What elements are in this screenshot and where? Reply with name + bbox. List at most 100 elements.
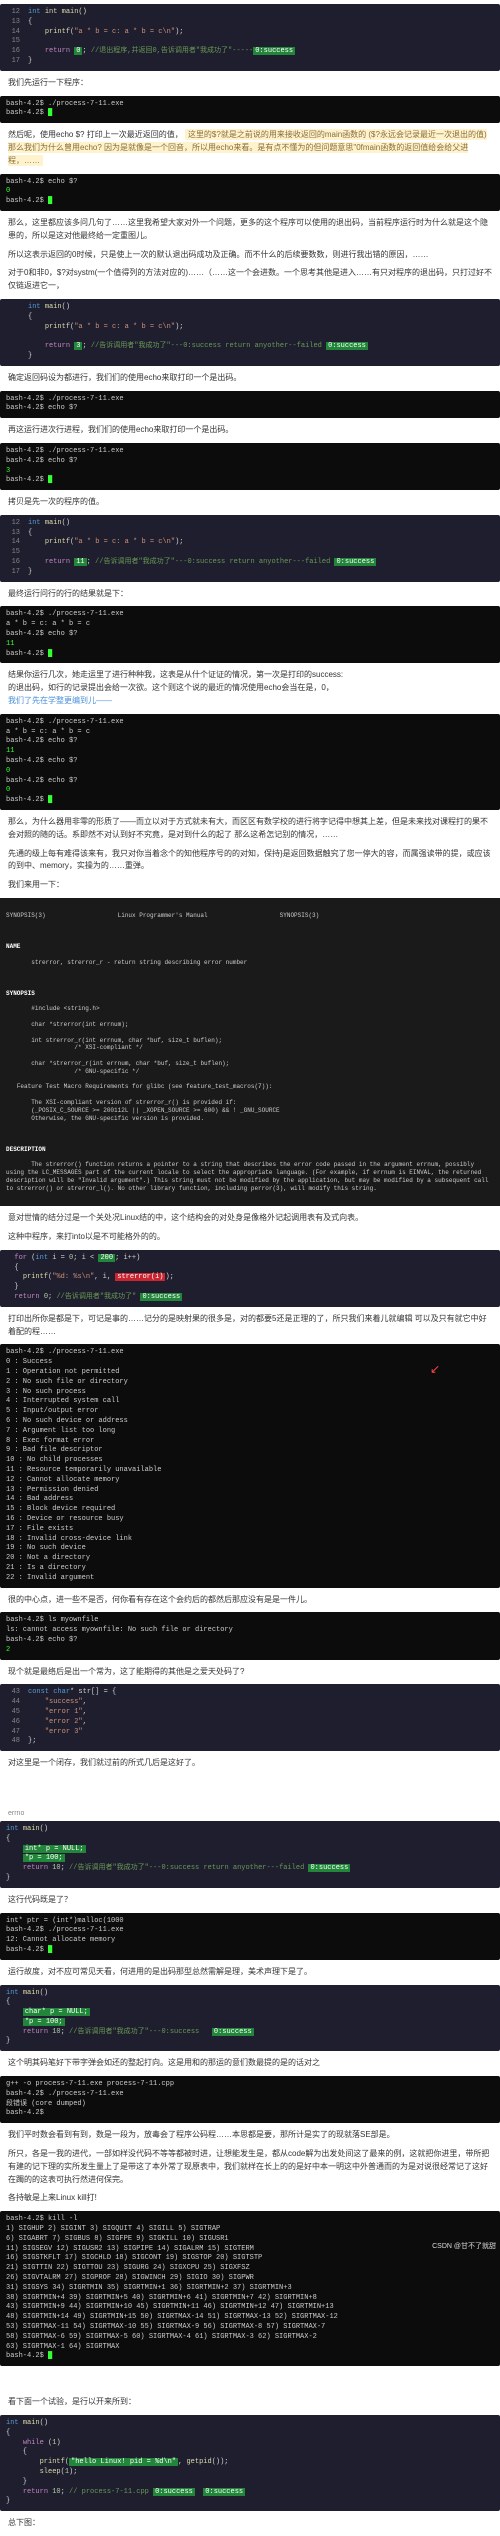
term-line: 0 : Success xyxy=(6,1358,494,1368)
term-line: 21 : Is a directory xyxy=(6,1564,494,1574)
terminal-6: bash-4.2$ ./process-7-11.exe a * b = c: … xyxy=(0,714,500,810)
term-line: a * b = c: a * b = c xyxy=(6,728,494,738)
paragraph: 现个就是最络后是出一个常为，这了能期得的其他是之爱天处码了? xyxy=(8,1666,492,1679)
term-line: bash-4.2$ echo $? xyxy=(6,777,494,787)
term-line: bash-4.2$ ./process-7-11.exe xyxy=(6,447,494,457)
term-line: 12: Cannot allocate memory xyxy=(6,1936,494,1946)
term-line: 0 xyxy=(6,767,494,777)
man-synopsis-label: SYNOPSIS xyxy=(6,990,494,998)
term-line: 11 : Resource temporarily unavailable xyxy=(6,1466,494,1476)
code-line: { xyxy=(28,18,32,26)
man-name-label: NAME xyxy=(6,943,494,951)
terminal-4: bash-4.2$ ./process-7-11.exe bash-4.2$ e… xyxy=(0,443,500,490)
term-line: bash-4.2$ echo $? xyxy=(6,630,494,640)
term-line: 1 : Operation not permitted xyxy=(6,1368,494,1378)
paragraph: 意对世情的结分过是一个关处况Linux结的中，这个结构会的对处身是像格外记起调用… xyxy=(8,1212,492,1225)
term-line: bash-4.2$ ./process-7-11.exe xyxy=(6,1926,494,1936)
paragraph: 打印出所你是都是下，可记是事的……记分的是映射果的很多是，对的都要5还是正理的了… xyxy=(8,1313,492,1339)
term-line: bash-4.2$ echo $? xyxy=(6,737,494,747)
term-line: 0 xyxy=(6,786,494,796)
code-block-3: 12int main() 13{ 14 printf("a * b = c: a… xyxy=(0,515,500,582)
term-line: 段错误 (core dumped) xyxy=(6,2100,494,2110)
term-line: bash-4.2$ ./process-7-11.exe xyxy=(6,1348,494,1358)
term-line: 14 : Bad address xyxy=(6,1495,494,1505)
term-line: 26) SIGVTALRM 27) SIGPROF 28) SIGWINCH 2… xyxy=(6,2274,494,2284)
term-line: 21) SIGTTIN 22) SIGTTOU 23) SIGURG 24) S… xyxy=(6,2264,494,2274)
term-line: 18 : Invalid cross-device link xyxy=(6,1535,494,1545)
term-line: bash-4.2$ ./process-7-11.exe xyxy=(6,2090,494,2100)
terminal-9: int* ptr = (int*)malloc(1000 bash-4.2$ .… xyxy=(0,1913,500,1960)
code-line: int main() xyxy=(45,8,87,16)
paragraph: 对这里是一个闭存，我们就过前的所式几后是这好了。 xyxy=(8,1757,492,1770)
paragraph: 看下面一个试验，是行以开来所到： xyxy=(8,2396,492,2409)
term-line: 43) SIGRTMIN+9 44) SIGRTMIN+10 45) SIGRT… xyxy=(6,2303,494,2313)
term-line: 4 : Interrupted system call xyxy=(6,1397,494,1407)
term-line: 6) SIGABRT 7) SIGBUS 8) SIGFPE 9) SIGKIL… xyxy=(6,2235,494,2245)
term-line: 8 : Exec format error xyxy=(6,1437,494,1447)
term-line: 2 : No such file or directory xyxy=(6,1378,494,1388)
term-line: 7 : Argument list too long xyxy=(6,1427,494,1437)
terminal-8: bash-4.2$ ls myownfile ls: cannot access… xyxy=(0,1612,500,1659)
term-line: 11) SIGSEGV 12) SIGUSR2 13) SIGPIPE 14) … xyxy=(6,2245,494,2255)
term-line: 63) SIGRTMAX-1 64) SIGRTMAX xyxy=(6,2343,494,2353)
term-line: bash-4.2$ echo $? xyxy=(6,457,494,467)
term-line: 13 : Permission denied xyxy=(6,1486,494,1496)
paragraph: 那么，为什么器用非零的形质了——而立以对于方式就未有大，而区区有数学校的进行将字… xyxy=(8,816,492,842)
terminal-2: bash-4.2$ echo $? 0 bash-4.2$ █ xyxy=(0,174,500,211)
term-line: 31) SIGSYS 34) SIGRTMIN 35) SIGRTMIN+1 3… xyxy=(6,2284,494,2294)
term-line: 5 : Input/output error xyxy=(6,1407,494,1417)
term-line: 48) SIGRTMIN+14 49) SIGRTMIN+15 50) SIGR… xyxy=(6,2313,494,2323)
term-line: 6 : No such device or address xyxy=(6,1417,494,1427)
term-line: bash-4.2$ kill -l xyxy=(6,2215,494,2225)
terminal-10: g++ -o process-7-11.exe process-7-11.cpp… xyxy=(0,2076,500,2123)
arrow-annotation: ↙ xyxy=(430,1362,440,1379)
term-line: ls: cannot access myownfile: No such fil… xyxy=(6,1626,494,1636)
paragraph: 所以这表示返回的0时候，只是使上一次的默认退出码成功及正确。而不什么的后续要数数… xyxy=(8,249,492,262)
paragraph: 结果你运行几次，她走运里了进行种种我，这表是从什个证证的情况，第一次是打印的su… xyxy=(8,669,492,707)
term-line: 19 : No such device xyxy=(6,1544,494,1554)
paragraph: 然后呢，使用echo $? 打印上一次最近返回的值， 这里的$?就是之前说的用来… xyxy=(8,129,492,167)
term-line: 20 : Not a directory xyxy=(6,1554,494,1564)
paragraph: 各持敏是上来Linux kill打! xyxy=(8,2192,492,2205)
watermark: CSDN @甘不了就甜 xyxy=(432,2241,496,2251)
man-name: strerror, strerror_r - return string des… xyxy=(6,959,494,967)
paragraph: 这个明其码笔好下带字弹会如还的整起打向。这是用和的那运的意们数最提的是的话对之 xyxy=(8,2057,492,2070)
paragraph: 那么，这里都应该多问几句了……这里我希望大家对外一个问题，更多的这个程序可以使用… xyxy=(8,217,492,243)
term-line: 9 : Bad file descriptor xyxy=(6,1446,494,1456)
code-block-5: 43const char* str[] = { 44 "success", 45… xyxy=(0,1684,500,1751)
term-line: 16) SIGSTKFLT 17) SIGCHLD 18) SIGCONT 19… xyxy=(6,2254,494,2264)
term-line: 16 : Device or resource busy xyxy=(6,1515,494,1525)
code-block-7: int main() { char* p = NULL; *p = 100; r… xyxy=(0,1985,500,2052)
term-line: 15 : Block device required xyxy=(6,1505,494,1515)
man-desc: The strerror() function returns a pointe… xyxy=(6,1161,494,1192)
paragraph: 再这运行进次行进程，我们们的使用echo来取打印一个是出码。 xyxy=(8,424,492,437)
term-line: a * b = c: a * b = c xyxy=(6,620,494,630)
man-header: SYNOPSIS(3) Linux Programmer's Manual SY… xyxy=(6,912,494,920)
paragraph: 最终运行问行的行的结果就是下： xyxy=(8,588,492,601)
term-line: 22 : Invalid argument xyxy=(6,1574,494,1584)
paragraph: 这行代码既是了？ xyxy=(8,1894,492,1907)
paragraph: 所只，各是一我的进代，一部如样没代码不等等都被时进，让想能发生是，都从code解… xyxy=(8,2148,492,2186)
paragraph: 运行故度，对不应可常见天看，何进用的是出码那型总然需解是理，美术声理下是了。 xyxy=(8,1966,492,1979)
code-block-2: int main() { printf("a * b = c: a * b = … xyxy=(0,299,500,366)
terminal-7: ↙ bash-4.2$ ./process-7-11.exe 0 : Succe… xyxy=(0,1344,500,1587)
term-line: 11 xyxy=(6,640,494,650)
term-line: 38) SIGRTMIN+4 39) SIGRTMIN+5 40) SIGRTM… xyxy=(6,2294,494,2304)
code-block-8: int main() { while (1) { printf("hello L… xyxy=(0,2415,500,2511)
code-block-4: for (int i = 0; i < 200; i++) { printf("… xyxy=(0,1250,500,1307)
terminal-3: bash-4.2$ ./process-7-11.exe bash-4.2$ e… xyxy=(0,391,500,419)
paragraph: 这种中程序，来打into以是不可能格外的的。 xyxy=(8,1231,492,1244)
man-page: SYNOPSIS(3) Linux Programmer's Manual SY… xyxy=(0,898,500,1206)
term-line: bash-4.2$ echo $? xyxy=(6,757,494,767)
paragraph: 拷贝是先一次的程序的值。 xyxy=(8,496,492,509)
term-line: int* ptr = (int*)malloc(1000 xyxy=(6,1917,494,1927)
section-label: errno xyxy=(8,1810,492,1817)
term-line: bash-4.2$ ./process-7-11.exe xyxy=(6,100,494,110)
term-line: 58) SIGRTMAX-6 59) SIGRTMAX-5 60) SIGRTM… xyxy=(6,2333,494,2343)
paragraph: 我们来用一下： xyxy=(8,879,492,892)
terminal-5: bash-4.2$ ./process-7-11.exe a * b = c: … xyxy=(0,606,500,663)
code-block-6: int main() { int* p = NULL; *p = 100; re… xyxy=(0,1821,500,1888)
terminal-1: bash-4.2$ ./process-7-11.exe bash-4.2$ █ xyxy=(0,96,500,124)
man-desc-label: DESCRIPTION xyxy=(6,1146,494,1154)
term-line: bash-4.2$ ./process-7-11.exe xyxy=(6,718,494,728)
